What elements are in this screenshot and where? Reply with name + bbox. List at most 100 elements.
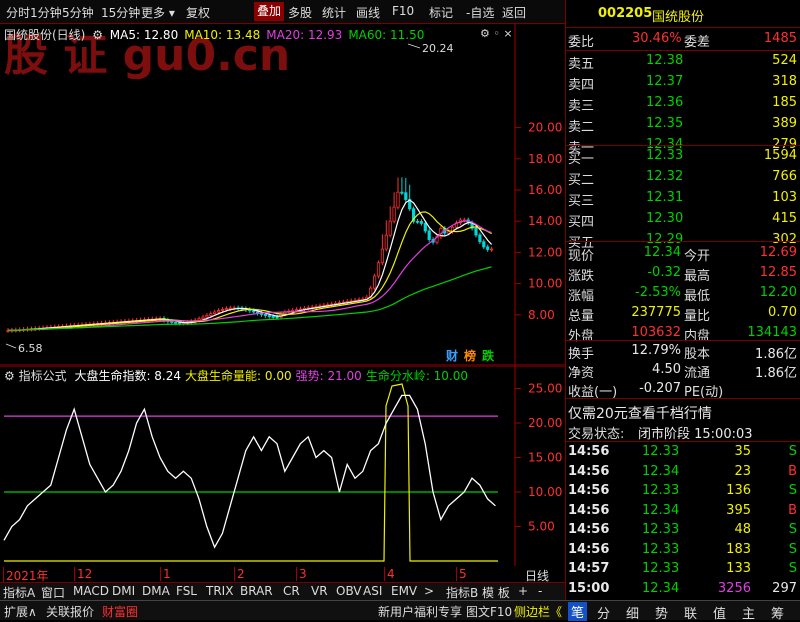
quote-tab-7[interactable]: 筹 xyxy=(771,603,784,622)
bid-row: 买一 12.33 1594 xyxy=(566,146,800,167)
settings-icon[interactable]: ⚙ xyxy=(92,28,103,42)
indicator-tab-9[interactable]: VR xyxy=(311,584,328,598)
ext-tab-1[interactable]: 关联报价 xyxy=(46,603,94,620)
ask-price: 12.38 xyxy=(646,53,684,68)
toolbar-btn-3[interactable]: 15分钟 xyxy=(101,4,140,21)
tick-row: 14:56 12.33 136 S xyxy=(566,481,800,501)
ext-right-tab-2[interactable]: 侧边栏《 xyxy=(514,603,562,620)
indicator-svg[interactable]: 25.00 20.00 15.00 10.00 5.00 xyxy=(0,365,565,566)
ask-label: 卖三 xyxy=(568,99,595,114)
toolbar-btn-8[interactable]: 统计 xyxy=(322,4,346,21)
settings-icon[interactable]: ⚙ xyxy=(4,369,15,383)
candle xyxy=(372,275,377,289)
toolbar-btn-2[interactable]: 5分钟 xyxy=(62,4,94,21)
indicator-tab-12[interactable]: EMV xyxy=(391,584,417,598)
badge-2[interactable]: 跌 xyxy=(482,348,495,363)
toolbar-btn-7[interactable]: 多股 xyxy=(288,4,312,21)
indicator-tab-11[interactable]: ASI xyxy=(363,584,382,598)
indicator-tab-15[interactable]: 模 板 xyxy=(482,584,510,601)
indicator-chart[interactable]: 25.00 20.00 15.00 10.00 5.00 ⚙ 指标公式 大盘生命指数: … xyxy=(0,365,565,566)
close-icon: × xyxy=(503,27,513,40)
ext-tab-0[interactable]: 扩展∧ xyxy=(4,603,37,620)
ask-price: 12.36 xyxy=(646,95,684,110)
candle xyxy=(447,231,451,234)
tick-row: 14:57 12.33 133 S xyxy=(566,559,800,579)
stat-label: 总量 xyxy=(568,309,595,324)
stock-code: 002205 xyxy=(598,6,653,21)
candle xyxy=(271,316,275,318)
indicator-tab-2[interactable]: MACD xyxy=(73,584,109,598)
quote-tab-6[interactable]: 主 xyxy=(742,603,755,622)
indicator-tab-14[interactable]: 指标B xyxy=(446,584,478,601)
badge-1[interactable]: 榜 xyxy=(464,348,476,363)
stat2-row: 净资 4.50 流通 1.86亿 xyxy=(566,360,800,381)
toolbar-btn-1[interactable]: 1分钟 xyxy=(30,4,62,21)
chart-window-controls[interactable]: ⚙ ◦ × xyxy=(480,27,513,40)
ext-right-tab-0[interactable]: 新用户福利专享 xyxy=(378,603,462,620)
ext-tab-2[interactable]: 财富圈 xyxy=(102,603,138,620)
date-label-5: 4 xyxy=(384,567,395,581)
indicator-tab-8[interactable]: CR xyxy=(283,584,300,598)
bid-volume: 1594 xyxy=(763,148,797,163)
candle xyxy=(380,248,385,264)
bid-row: 买四 12.30 415 xyxy=(566,209,800,230)
indicator-tab-17[interactable]: - xyxy=(538,584,542,598)
status-label: 交易状态: xyxy=(568,427,625,442)
ask-row: 卖二 12.35 389 xyxy=(566,114,800,135)
toolbar-btn-6[interactable]: 叠加 xyxy=(254,2,285,21)
quote-tab-3[interactable]: 势 xyxy=(655,603,668,622)
toolbar-btn-11[interactable]: 标记 xyxy=(429,4,453,21)
tick-volume: 3256 xyxy=(717,580,751,596)
indicator-tab-0[interactable]: 指标A xyxy=(3,584,35,601)
ext-right-tab-1[interactable]: 图文F10 xyxy=(466,603,512,620)
quote-tab-0[interactable]: 笔 xyxy=(568,602,588,621)
tick-row: 14:56 12.34 23 B xyxy=(566,462,800,482)
kline-chart[interactable]: 股 证 gu0.cn 20.00 18.00 16.00 14.00 12.00 10.00… xyxy=(0,24,565,366)
bid-price: 12.31 xyxy=(646,190,684,205)
kline-svg[interactable]: 股 证 gu0.cn20.0018.0016.0014.0012.0010.00… xyxy=(0,24,565,366)
indicator-tab-5[interactable]: FSL xyxy=(176,584,197,598)
quote-panel: 002205 国统股份 委比 30.46% 委差 1485 卖五 12.38 524 卖四 12.3… xyxy=(565,0,800,600)
candle xyxy=(201,316,205,320)
candle xyxy=(388,220,392,236)
indicator-tab-7[interactable]: BRAR xyxy=(240,584,273,598)
toolbar-btn-0[interactable]: 分时 xyxy=(6,4,30,21)
tick-time: 14:56 xyxy=(568,522,610,537)
quote-tab-5[interactable]: 值 xyxy=(713,603,726,622)
status-value: 闭市阶段 15:00:03 xyxy=(638,427,753,442)
tick-time: 14:56 xyxy=(568,483,610,498)
ma-label-1: MA10: 13.48 xyxy=(184,28,261,42)
toolbar-btn-5[interactable]: 复权 xyxy=(186,4,210,21)
indicator-tab-6[interactable]: TRIX xyxy=(206,584,233,598)
toolbar-btn-10[interactable]: F10 xyxy=(392,4,414,18)
toolbar-btn-9[interactable]: 画线 xyxy=(356,4,380,21)
quote-tab-1[interactable]: 分 xyxy=(597,603,610,622)
toolbar-btn-13[interactable]: 返回 xyxy=(502,4,526,21)
toolbar-btn-4[interactable]: 更多 ▾ xyxy=(141,4,175,21)
indicator-tab-10[interactable]: OBV xyxy=(336,584,362,598)
candle xyxy=(220,309,225,311)
expand-icon: ◦ xyxy=(493,27,500,40)
badge-0[interactable]: 财 xyxy=(445,348,458,363)
indicator-tab-3[interactable]: DMI xyxy=(112,584,135,598)
indicator-value-3: 生命分水岭: 10.00 xyxy=(365,369,469,383)
indicator-tab-1[interactable]: 窗口 xyxy=(41,584,65,601)
candle xyxy=(482,241,486,248)
candle xyxy=(213,311,217,315)
stat-label: 现价 xyxy=(568,249,595,264)
indicator-tick: 15.00 xyxy=(528,451,562,465)
ma-label-2: MA20: 12.93 xyxy=(266,28,343,42)
promo-link[interactable]: 仅需20元查看千档行情 xyxy=(568,403,712,423)
indicator-tab-4[interactable]: DMA xyxy=(142,584,170,598)
tick-side: S xyxy=(788,522,797,537)
quote-tab-2[interactable]: 细 xyxy=(626,603,639,622)
ma-label-3: MA60: 11.50 xyxy=(348,28,425,42)
indicator-tab-16[interactable]: + xyxy=(518,584,528,598)
tick-price: 12.33 xyxy=(642,483,680,498)
bid-row: 买二 12.32 766 xyxy=(566,167,800,188)
indicator-tab-13[interactable]: > xyxy=(424,584,434,598)
toolbar-btn-12[interactable]: -自选 xyxy=(466,4,494,21)
stat-row: 现价 12.34 今开 12.69 xyxy=(566,243,800,264)
quote-tab-4[interactable]: 联 xyxy=(684,603,697,622)
candle xyxy=(197,318,201,321)
